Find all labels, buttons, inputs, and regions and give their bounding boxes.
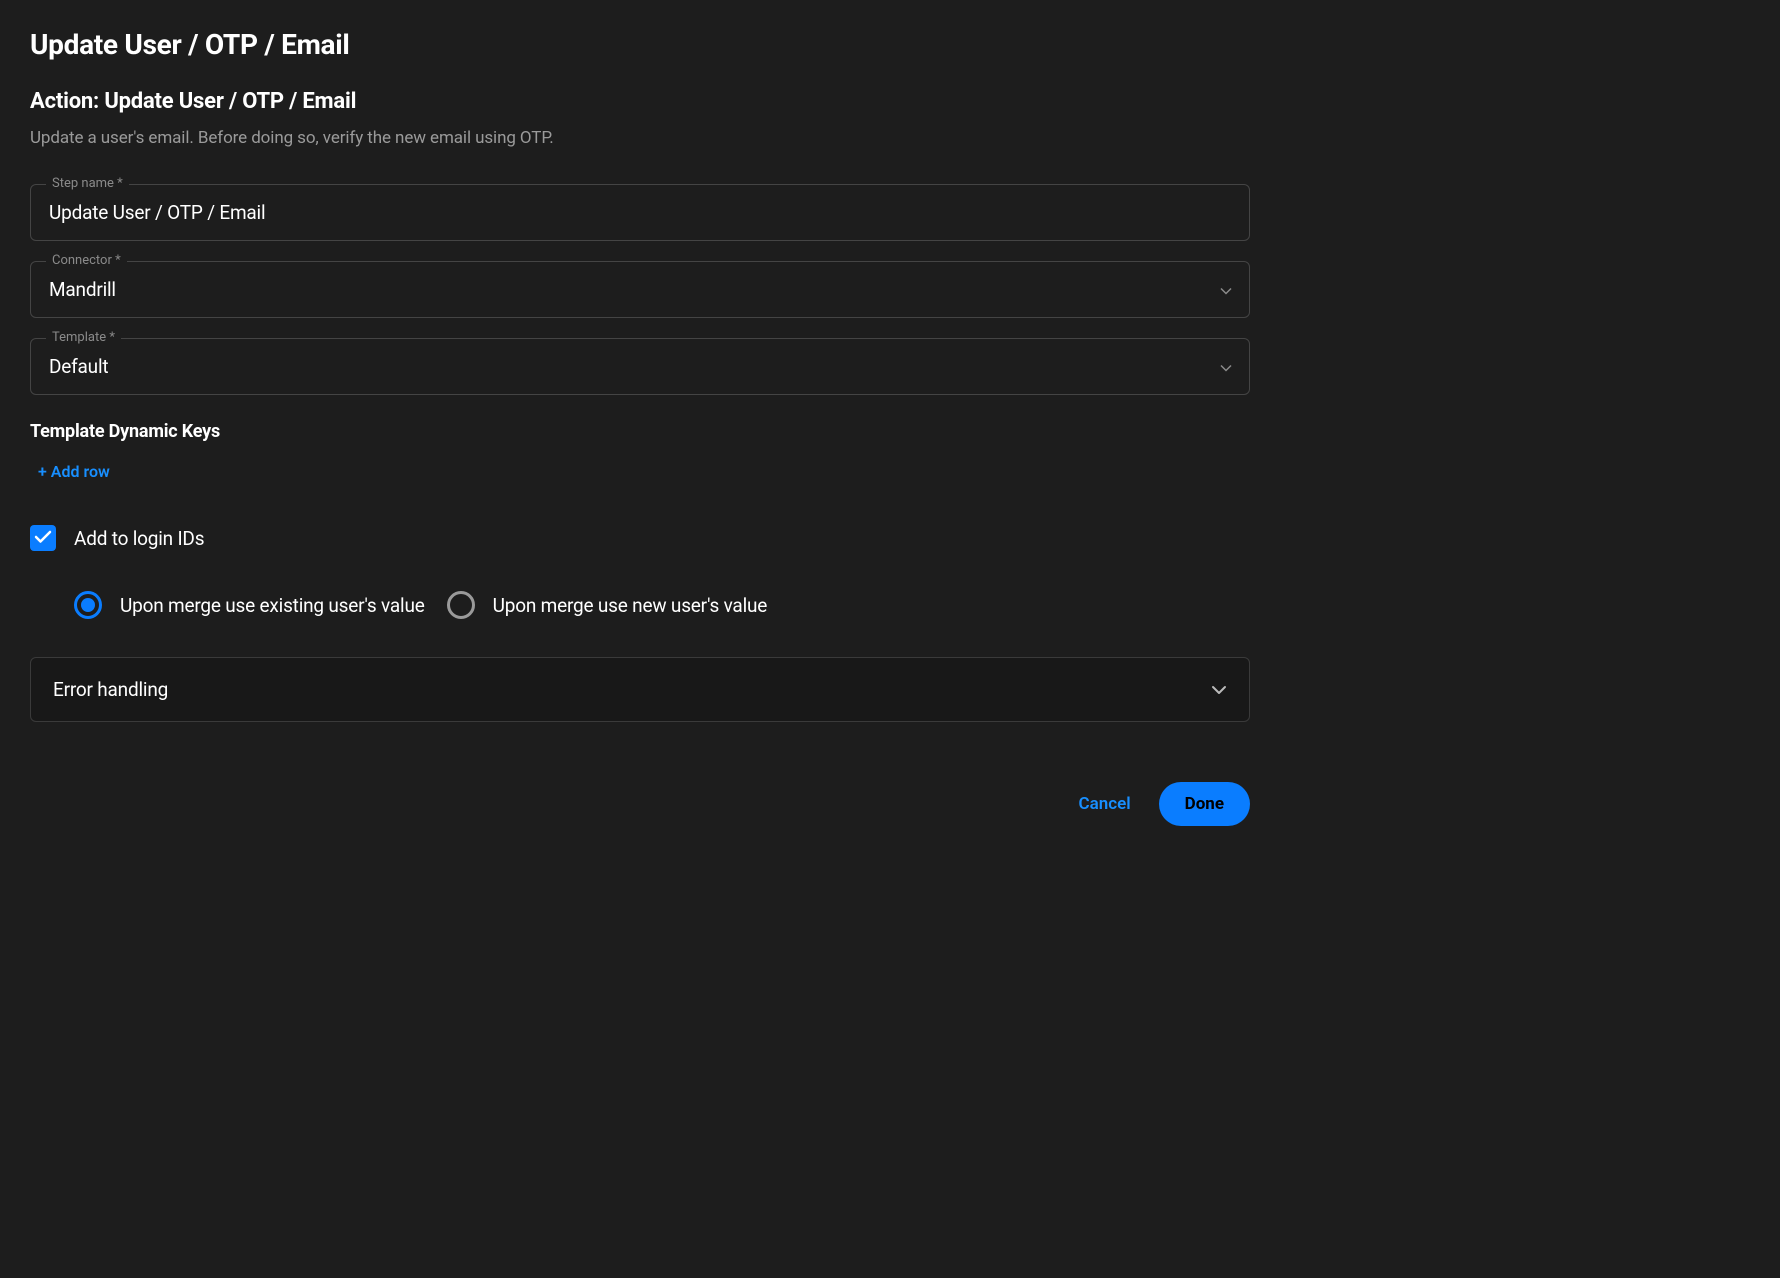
connector-select[interactable]: Mandrill [30,261,1250,318]
chevron-down-icon [1211,680,1227,699]
action-description: Update a user's email. Before doing so, … [30,128,1250,148]
action-heading: Action: Update User / OTP / Email [30,89,1250,114]
error-handling-title: Error handling [53,678,168,701]
radio-unselected-icon [447,591,475,619]
step-name-input[interactable] [30,184,1250,241]
footer-actions: Cancel Done [30,782,1250,826]
cancel-button[interactable]: Cancel [1078,794,1130,814]
step-name-field-wrap: Step name * [30,184,1250,241]
page-title: Update User / OTP / Email [30,28,1250,61]
step-name-label: Step name * [46,176,129,191]
dynamic-keys-heading: Template Dynamic Keys [30,421,1250,442]
template-label: Template * [46,330,121,345]
login-ids-checkbox-row: Add to login IDs [30,525,1250,551]
login-ids-checkbox[interactable] [30,525,56,551]
error-handling-accordion[interactable]: Error handling [30,657,1250,722]
radio-selected-icon [74,591,102,619]
merge-existing-radio[interactable]: Upon merge use existing user's value [74,591,425,619]
merge-new-label: Upon merge use new user's value [493,594,768,617]
merge-new-radio[interactable]: Upon merge use new user's value [447,591,768,619]
login-ids-label: Add to login IDs [74,527,204,550]
done-button[interactable]: Done [1159,782,1250,826]
merge-existing-label: Upon merge use existing user's value [120,594,425,617]
check-icon [34,529,52,548]
connector-field-wrap: Connector * Mandrill [30,261,1250,318]
merge-radio-group: Upon merge use existing user's value Upo… [74,591,1250,619]
add-row-button[interactable]: + Add row [38,462,110,481]
template-field-wrap: Template * Default [30,338,1250,395]
connector-label: Connector * [46,253,127,268]
template-select[interactable]: Default [30,338,1250,395]
